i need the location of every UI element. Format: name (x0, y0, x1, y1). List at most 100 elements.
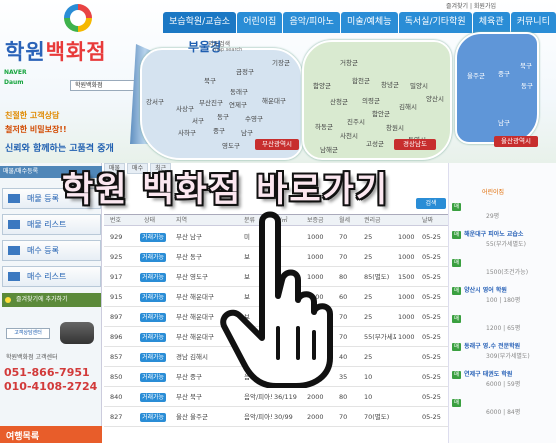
cell-premium: 55(부가세포함) (364, 333, 396, 341)
district-label[interactable]: 산청군 (330, 96, 348, 106)
status-badge: 거래가능 (140, 313, 167, 322)
district-label[interactable]: 강서구 (146, 96, 164, 106)
cell-number: 840 (110, 393, 123, 401)
right-listing-item[interactable]: 매 양산시 영어 학원 (452, 287, 507, 295)
district-label[interactable]: 함양군 (313, 80, 331, 90)
district-label[interactable]: 하동군 (315, 121, 333, 131)
search-button[interactable]: 검색 (416, 198, 446, 209)
cell-date: 05-25 (422, 413, 441, 421)
right-listing-item[interactable]: 매 (452, 259, 464, 267)
district-label[interactable]: 동구 (217, 111, 229, 121)
cell-region: 울산 울주군 (176, 413, 208, 421)
district-label[interactable]: 양산시 (426, 93, 444, 103)
nav-tab-art[interactable]: 미술/예체능 (340, 12, 398, 33)
district-label[interactable]: 동래구 (230, 86, 248, 96)
top-links[interactable]: 즐겨찾기 | 회원가입 (446, 1, 496, 10)
busan-region-button[interactable]: 부산광역시 (255, 139, 299, 150)
phone-number-2: 010-4108-2724 (4, 380, 98, 393)
listing-list-icon (8, 220, 20, 229)
cell-premium: 10 (364, 393, 373, 401)
district-label[interactable]: 사천시 (340, 130, 358, 140)
district-label[interactable]: 창원시 (386, 122, 404, 132)
district-label[interactable]: 해운대구 (262, 95, 286, 105)
cell-status: 거래가능 (140, 408, 174, 427)
nav-tab-community[interactable]: 커뮤니티 (510, 12, 556, 33)
district-label[interactable]: 중구 (213, 125, 225, 135)
right-listing-item[interactable]: 매 해운대구 피아노 교습소 (452, 231, 523, 239)
listing-detail: 55(부가세별도) (486, 241, 526, 248)
right-listing-item[interactable]: 매 (452, 315, 464, 323)
table-row[interactable]: 827 거래가능 울산 울주군 음악/피아노30/99 2000 70 70(별도) 05-2… (104, 408, 448, 427)
district-label[interactable]: 밀양시 (410, 80, 428, 90)
listing-title: 양산시 영어 학원 (464, 287, 507, 294)
tagline-1: 친절한 고객상담 (5, 111, 60, 120)
cell-number: 915 (110, 293, 123, 301)
nav-tab-gym[interactable]: 체육관 (472, 12, 510, 33)
district-label[interactable]: 울주군 (467, 70, 485, 80)
cell-status: 거래가능 (140, 228, 174, 247)
right-listing-item[interactable]: 매 (452, 203, 464, 211)
nav-tab-daycare[interactable]: 어린이집 (237, 12, 283, 33)
cell-status: 거래가능 (140, 268, 174, 287)
gyeongnam-region-button[interactable]: 경상남도 (394, 139, 436, 150)
district-label[interactable]: 사상구 (176, 103, 194, 113)
right-listing-item[interactable]: 매 (452, 399, 464, 407)
district-label[interactable]: 남구 (241, 127, 253, 137)
listing-detail: 100 | 180평 (486, 297, 521, 304)
district-label[interactable]: 중구 (498, 68, 510, 78)
cell-status: 거래가능 (140, 308, 174, 327)
portal-search-box[interactable]: 학원백화점 (70, 80, 140, 91)
district-label[interactable]: 기장군 (272, 57, 290, 67)
cell-number: 896 (110, 333, 123, 341)
map-search-subtitle-en: map search (213, 47, 243, 53)
cell-premium: 25 (364, 293, 373, 301)
district-label[interactable]: 서구 (192, 115, 204, 125)
right-listing-item[interactable]: 매 동래구 영.수 전문학원 (452, 343, 520, 351)
district-label[interactable]: 부산진구 (199, 97, 223, 107)
table-row[interactable]: 840 거래가능 부산 북구 음악/피아노36/119 2000 80 10 05-25 (104, 388, 448, 407)
district-label[interactable]: 거창군 (340, 57, 358, 67)
district-label[interactable]: 고성군 (366, 138, 384, 148)
nav-tab-music[interactable]: 음악/피아노 (283, 12, 340, 33)
district-label[interactable]: 영도구 (222, 140, 240, 150)
status-badge: 거래가능 (140, 293, 167, 302)
shortcut-banner-title[interactable]: 학원 백화점 바로가기 (62, 162, 389, 211)
district-label[interactable]: 진주시 (347, 116, 365, 126)
district-label[interactable]: 수영구 (245, 113, 263, 123)
district-label[interactable]: 사하구 (178, 127, 196, 137)
district-label[interactable]: 북구 (520, 60, 532, 70)
col-premium: 권리금 (364, 217, 381, 224)
district-label[interactable]: 합천군 (352, 75, 370, 85)
listing-title: 연제구 태권도 학원 (464, 371, 513, 378)
cell-status: 거래가능 (140, 348, 174, 367)
ulsan-region-button[interactable]: 울산광역시 (494, 136, 538, 147)
status-badge: 거래가능 (140, 353, 167, 362)
district-label[interactable]: 의령군 (362, 95, 380, 105)
cell-key: 1000 (398, 293, 415, 301)
district-label[interactable]: 남해군 (320, 144, 338, 154)
listing-tag: 매 (452, 231, 462, 239)
district-label[interactable]: 동구 (521, 80, 533, 90)
site-logo[interactable]: 학원백화점 (5, 36, 107, 66)
cell-date: 05-25 (422, 273, 441, 281)
district-label[interactable]: 금정구 (236, 66, 254, 76)
customer-center-badge: 고객상담센터 (6, 328, 50, 339)
nav-tab-reading-room[interactable]: 독서실/기타학원 (398, 12, 472, 33)
add-favorite-button[interactable]: 즐겨찾기에 추가하기 (2, 293, 101, 307)
cell-key: 1500 (398, 273, 415, 281)
listing-tag: 매 (452, 203, 462, 211)
district-label[interactable]: 남구 (498, 117, 510, 127)
district-label[interactable]: 연제구 (229, 99, 247, 109)
district-label[interactable]: 함안군 (372, 108, 390, 118)
cell-area: 36/119 (274, 393, 297, 401)
district-label[interactable]: 창녕군 (381, 79, 399, 89)
district-label[interactable]: 북구 (204, 75, 216, 85)
listing-tag: 매 (452, 287, 462, 295)
cell-premium: 25 (364, 233, 373, 241)
right-listing-item[interactable]: 매 연제구 태권도 학원 (452, 371, 512, 379)
cell-premium: 85(별도) (364, 273, 390, 281)
district-label[interactable]: 김해시 (399, 101, 417, 111)
col-region: 지역 (176, 217, 188, 224)
nav-tab-academy[interactable]: 보습학원/교습소 (163, 12, 237, 33)
star-icon (5, 297, 11, 303)
